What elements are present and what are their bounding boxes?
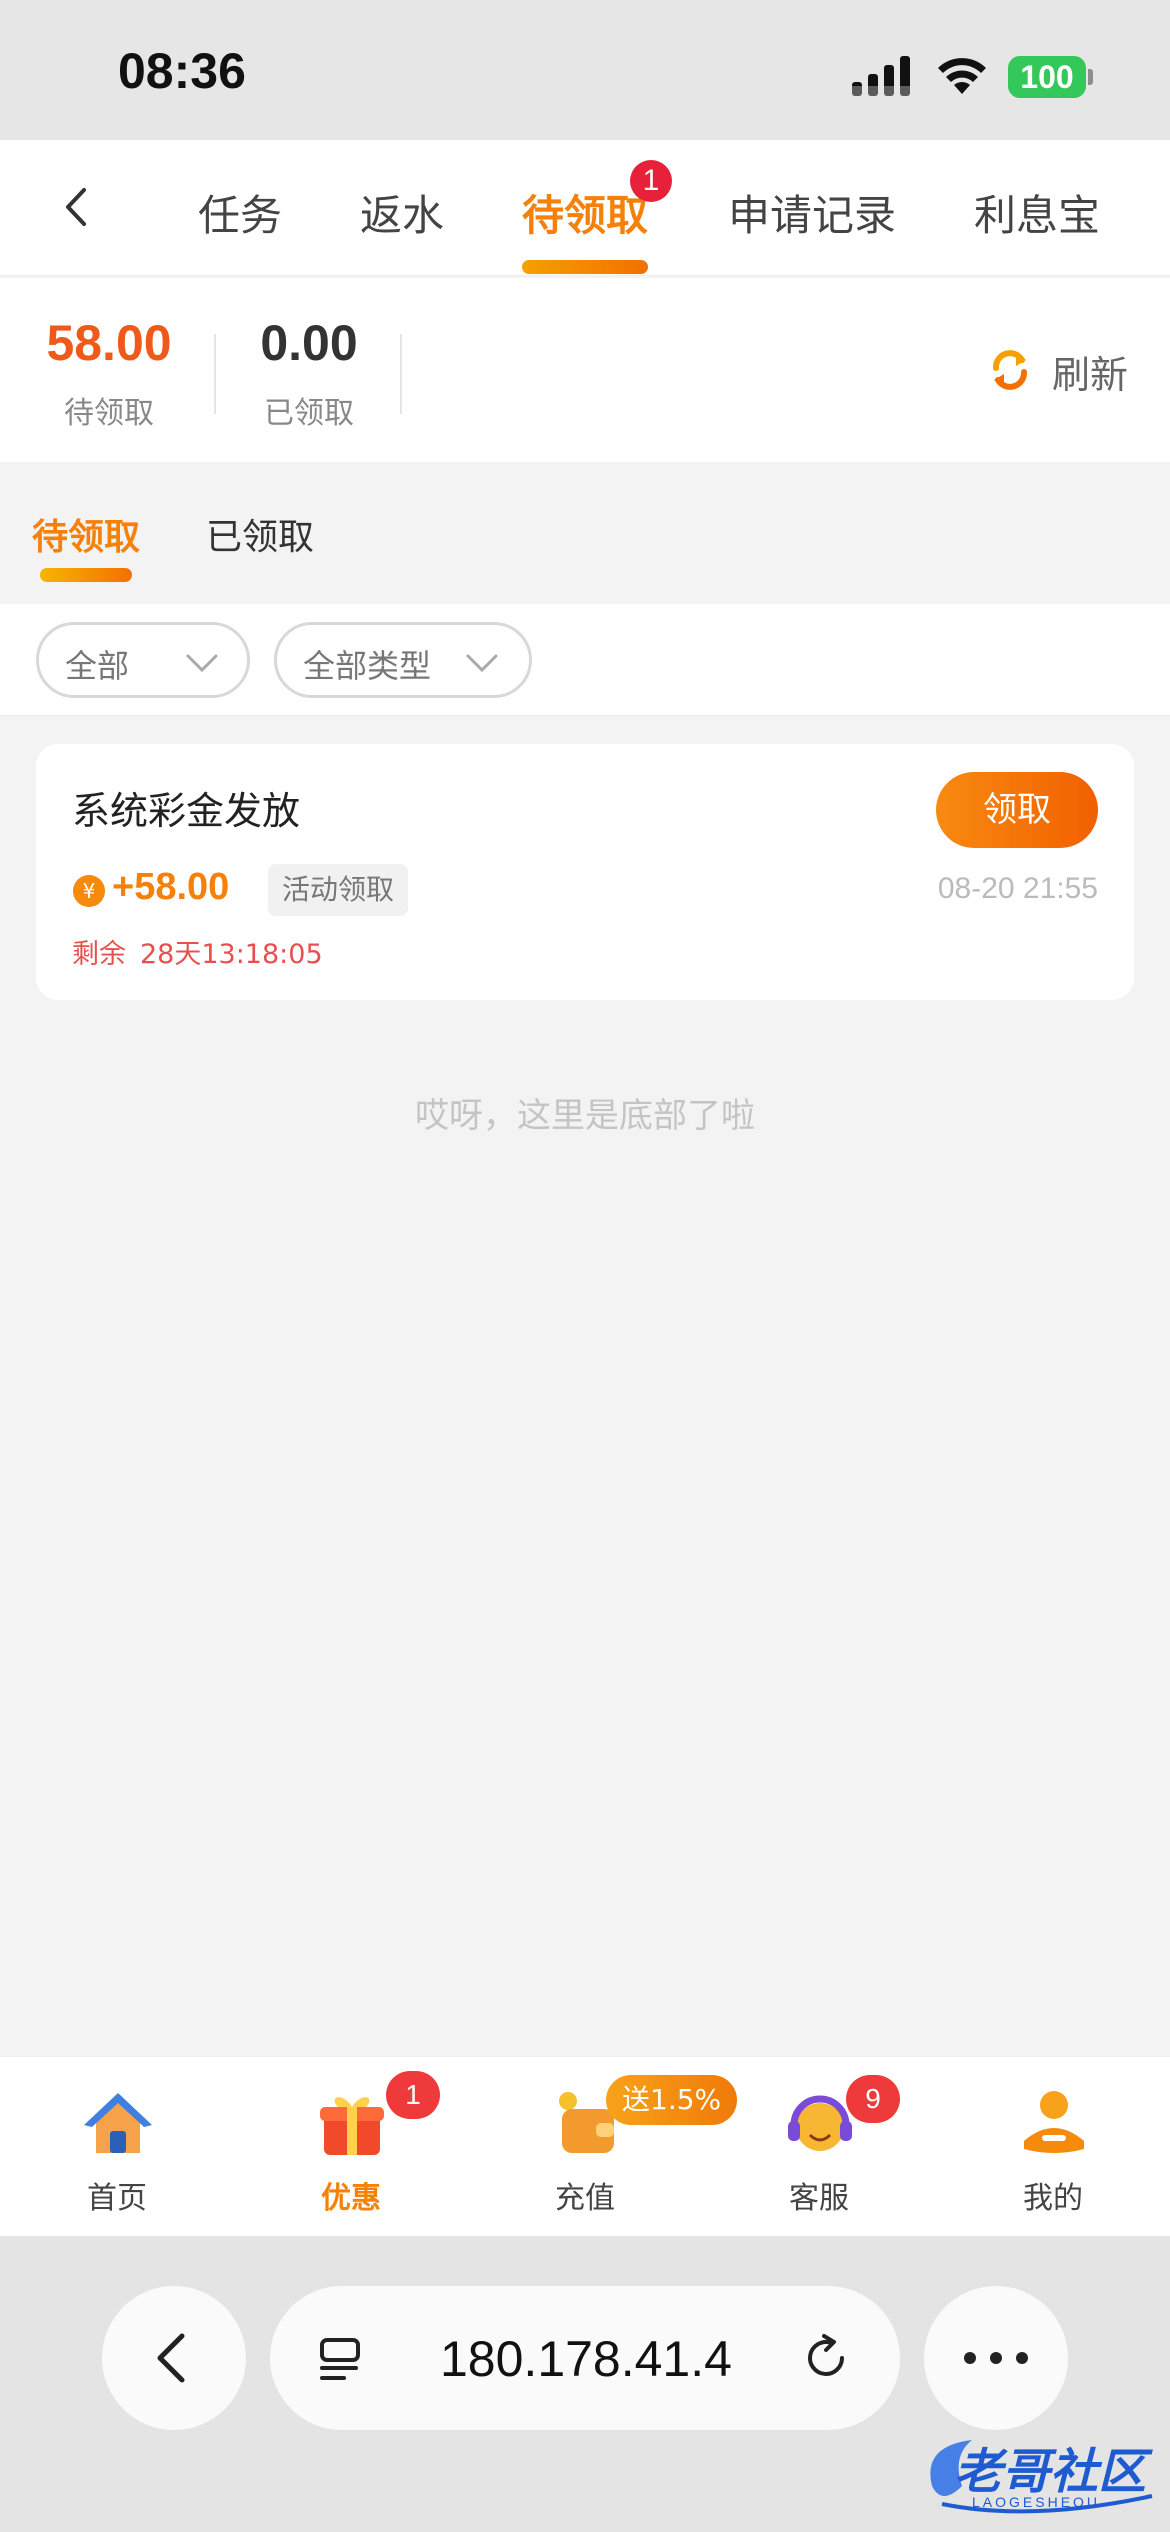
subtab-underline [40,568,132,582]
filter-row: 全部 全部类型 [0,604,1170,716]
pending-badge: 1 [630,160,672,202]
battery-tip [1088,69,1093,85]
tab-tasks[interactable]: 任务 [198,182,282,243]
divider [400,334,402,414]
support-badge: 9 [846,2075,900,2123]
profile-icon [1024,2091,1084,2153]
home-icon [84,2093,152,2153]
reward-type-tag: 活动领取 [268,864,409,916]
watermark-text: 老哥社区 [954,2444,1147,2500]
status-bar: 08:36 100 [0,0,1170,140]
pending-total-label: 待领取 [64,396,154,431]
tab-support-label: 客服 [789,2181,849,2216]
divider [214,334,216,414]
chevron-down-icon [186,654,218,673]
tab-profile-label: 我的 [1023,2181,1083,2216]
summary-panel: 58.00 待领取 0.00 已领取 刷新 [0,278,1170,462]
reward-card: 系统彩金发放 领取 ¥ +58.00 活动领取 08-20 21:55 剩余 2… [36,744,1134,1000]
tab-home[interactable]: 首页 [0,2057,234,2237]
address-bar[interactable]: 180.178.41.4 [270,2286,900,2430]
claim-button[interactable]: 领取 [936,772,1098,848]
url-text: 180.178.41.4 [440,2331,732,2387]
sub-tabs: 待领取 已领取 [0,462,1170,604]
status-time: 08:36 [118,43,246,99]
back-chevron-icon [157,2333,185,2383]
tab-pending[interactable]: 待领取 [522,182,648,243]
svg-text:¥: ¥ [83,879,96,903]
end-of-list-hint: 哎呀，这里是底部了啦 [415,1096,755,1136]
pending-total: 58.00 [46,315,172,371]
wifi-icon [938,58,986,94]
scope-filter-value: 全部 [65,647,130,685]
tab-support[interactable]: 客服 [702,2057,936,2237]
back-chevron-icon[interactable] [52,182,102,232]
tab-apply-records[interactable]: 申请记录 [728,182,896,243]
reload-icon[interactable] [800,2332,852,2384]
active-tab-underline [522,260,648,274]
top-nav: 任务 返水 待领取 1 申请记录 利息宝 [0,140,1170,276]
yuan-coin-icon: ¥ [73,875,105,907]
gift-icon [320,2097,384,2155]
claimed-total: 0.00 [260,315,358,371]
tab-profile[interactable]: 我的 [936,2057,1170,2237]
browser-back-button[interactable] [102,2286,246,2430]
more-options-button[interactable] [924,2286,1068,2430]
watermark-subtext: LAOGESHEQU [972,2494,1101,2510]
type-filter-value: 全部类型 [303,647,432,685]
more-dots-icon [964,2352,1028,2364]
reward-title: 系统彩金发放 [72,789,301,833]
tab-home-label: 首页 [87,2181,147,2216]
claimed-total-label: 已领取 [264,396,354,431]
subtab-pending[interactable]: 待领取 [32,508,140,560]
refresh-icon[interactable] [986,346,1034,394]
reward-time: 08-20 21:55 [937,872,1098,905]
tab-interest[interactable]: 利息宝 [974,182,1100,243]
remaining-label: 剩余 [72,939,126,970]
tab-recharge-label: 充值 [555,2181,615,2216]
scope-filter-dropdown[interactable]: 全部 [36,622,250,698]
refresh-button[interactable]: 刷新 [1052,344,1128,399]
watermark-logo: 老哥社区 LAOGESHEQU [912,2426,1162,2526]
promotions-badge: 1 [386,2071,440,2119]
bottom-tab-bar: 首页 优惠 1 充值 送1.5% 客服 9 我的 [0,2056,1170,2236]
type-filter-dropdown[interactable]: 全部类型 [274,622,532,698]
battery-icon: 100 [1008,56,1086,98]
subtab-claimed[interactable]: 已领取 [206,508,314,560]
remaining-countdown: 28天13:18:05 [140,939,323,970]
tab-promotions-label: 优惠 [321,2181,381,2216]
tab-rebate[interactable]: 返水 [360,182,444,243]
reward-amount: +58.00 [112,866,230,908]
cellular-signal-icon [852,56,910,96]
page-menu-icon[interactable] [318,2336,366,2384]
chevron-down-icon [466,654,498,673]
